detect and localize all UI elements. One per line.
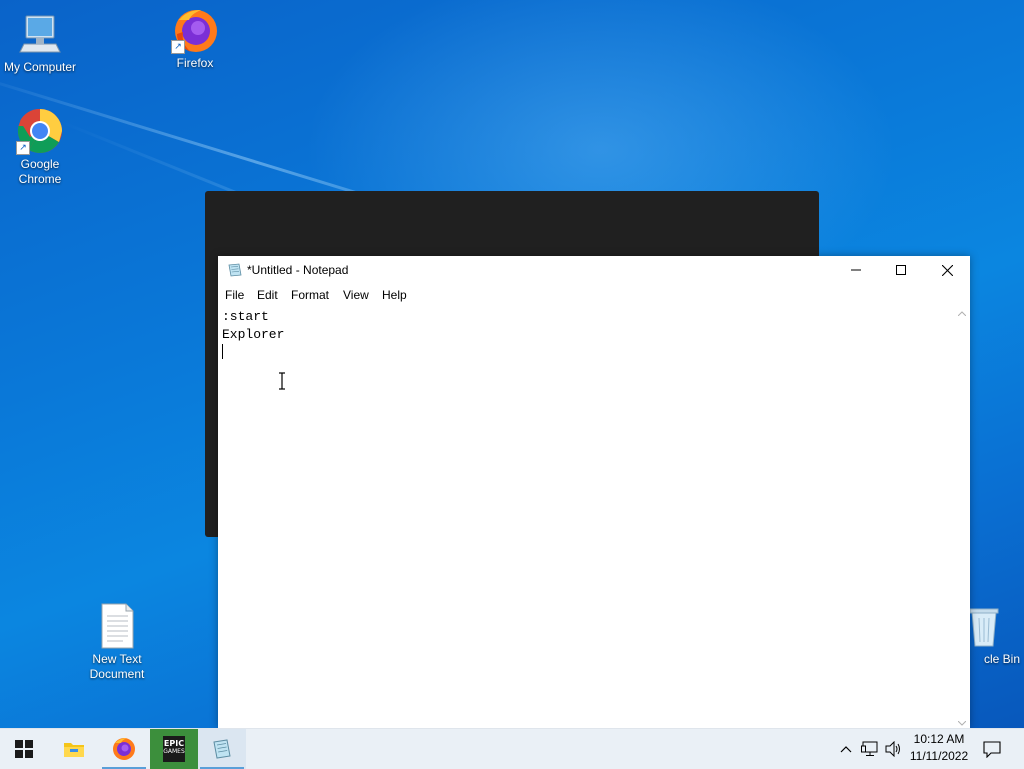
speaker-icon — [885, 741, 900, 757]
maximize-button[interactable] — [878, 256, 924, 284]
desktop-icon-new-text-document[interactable]: New Text Document — [77, 602, 157, 682]
taskbar-firefox[interactable] — [100, 729, 148, 769]
notepad-icon — [213, 739, 231, 759]
taskbar-file-explorer[interactable] — [50, 729, 98, 769]
epic-logo-subtext: GAMES — [163, 748, 185, 755]
taskbar-epic-games[interactable]: EPIC GAMES — [150, 729, 198, 769]
action-center-button[interactable] — [980, 740, 1004, 758]
desktop: My Computer ↗ Firefox ↗ Google Chrome Ne… — [0, 0, 1024, 768]
clock-time: 10:12 AM — [913, 732, 965, 746]
chrome-icon: ↗ — [16, 107, 64, 155]
desktop-icon-label: Firefox — [176, 56, 214, 70]
window-title: *Untitled - Notepad — [247, 263, 349, 277]
firefox-icon — [113, 738, 135, 760]
desktop-icon-label-line1: New Text — [92, 652, 142, 666]
desktop-icon-firefox[interactable]: ↗ Firefox — [155, 6, 235, 71]
desktop-icon-label-line2: Chrome — [18, 172, 62, 186]
scroll-down-arrow-icon[interactable] — [958, 721, 966, 726]
vertical-scrollbar[interactable] — [954, 306, 970, 728]
shortcut-arrow-icon: ↗ — [16, 141, 30, 155]
text-editor-area[interactable]: :start Explorer — [218, 306, 954, 728]
menu-format[interactable]: Format — [291, 288, 329, 302]
notepad-icon — [227, 263, 243, 277]
taskbar-notepad[interactable] — [198, 729, 246, 769]
epic-games-icon: EPIC GAMES — [163, 736, 185, 762]
menu-file[interactable]: File — [225, 288, 244, 302]
desktop-icon-label-line1: Google — [20, 157, 60, 171]
text-line: :start — [222, 309, 269, 324]
taskbar-clock[interactable]: 10:12 AM 11/11/2022 — [903, 731, 975, 765]
network-icon — [861, 741, 878, 756]
scroll-up-arrow-icon[interactable] — [958, 311, 966, 316]
minimize-button[interactable] — [833, 256, 879, 284]
network-tray-button[interactable] — [860, 740, 880, 758]
desktop-icon-google-chrome[interactable]: ↗ Google Chrome — [0, 107, 80, 187]
epic-logo-text: EPIC — [163, 739, 185, 748]
notification-icon — [983, 740, 1001, 758]
taskbar: EPIC GAMES 10:12 AM 11/11/2022 — [0, 728, 1024, 769]
menu-view[interactable]: View — [343, 288, 369, 302]
menu-edit[interactable]: Edit — [257, 288, 278, 302]
menu-bar: File Edit Format View Help — [218, 285, 970, 305]
notepad-titlebar[interactable]: *Untitled - Notepad — [218, 256, 970, 284]
text-caret — [222, 344, 223, 359]
windows-logo-icon — [15, 740, 33, 758]
close-button[interactable] — [924, 256, 970, 284]
notepad-window[interactable]: *Untitled - Notepad File Edit Format Vie… — [218, 256, 970, 728]
show-hidden-icons-button[interactable] — [838, 740, 854, 758]
desktop-icon-label-line2: Document — [89, 667, 145, 681]
text-line-current — [222, 344, 950, 362]
folder-icon — [64, 743, 84, 757]
desktop-icon-label: My Computer — [3, 60, 77, 74]
text-cursor-icon — [279, 372, 285, 390]
computer-icon — [16, 10, 64, 58]
text-document-icon — [93, 602, 141, 650]
desktop-icon-my-computer[interactable]: My Computer — [0, 10, 80, 75]
volume-tray-button[interactable] — [884, 740, 904, 758]
menu-help[interactable]: Help — [382, 288, 407, 302]
start-button[interactable] — [0, 729, 48, 769]
firefox-icon: ↗ — [171, 6, 219, 54]
shortcut-arrow-icon: ↗ — [171, 40, 185, 54]
clock-date: 11/11/2022 — [909, 749, 969, 763]
chevron-up-icon — [840, 746, 852, 753]
text-line: Explorer — [222, 327, 285, 342]
